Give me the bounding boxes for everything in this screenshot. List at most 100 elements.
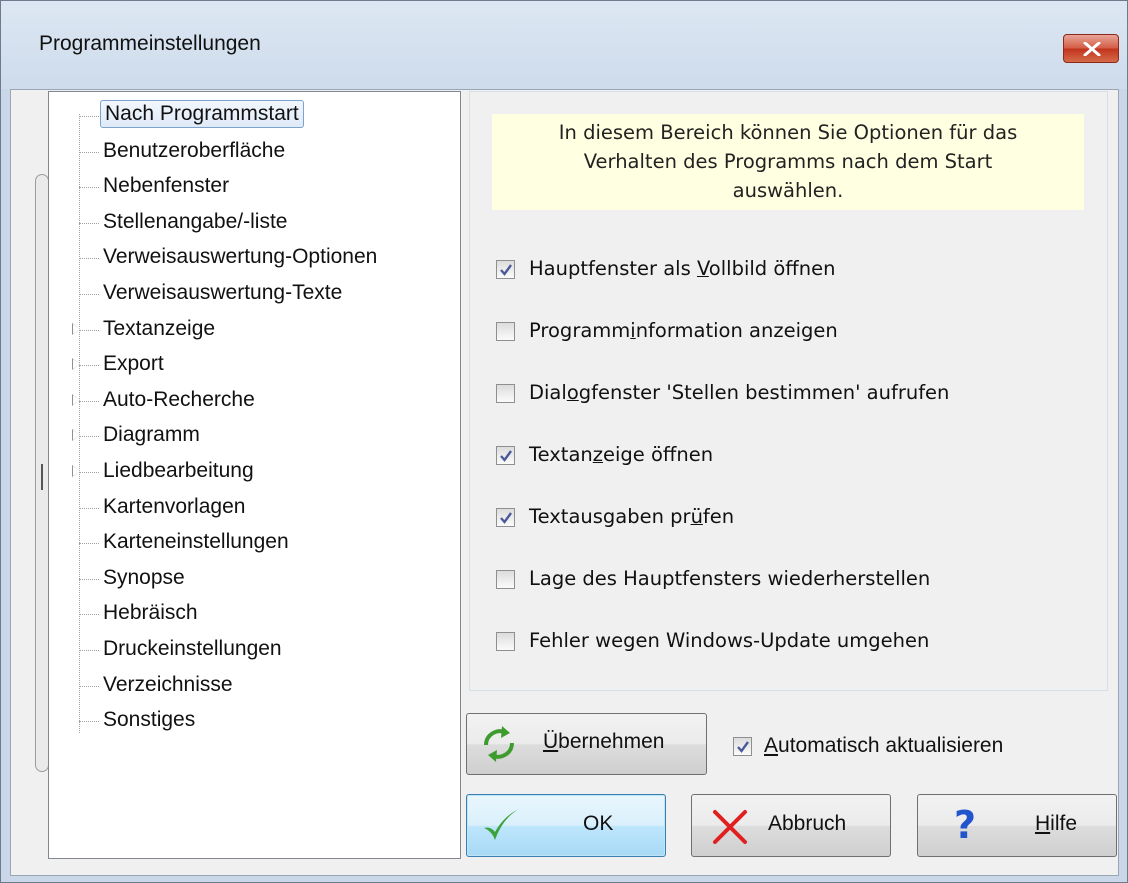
title-bar: Programmeinstellungen — [1, 1, 1127, 89]
info-text-line-1: In diesem Bereich können Sie Optionen fü… — [558, 121, 1018, 144]
check-icon — [500, 512, 512, 524]
tree-item-label: Hebräisch — [103, 601, 198, 625]
option-label: Hauptfenster als Vollbild öffnen — [529, 257, 836, 280]
tree-item-label: Export — [103, 352, 164, 376]
tree-item-label: Verzeichnisse — [103, 672, 233, 696]
tree-item-label: Textanzeige — [103, 316, 216, 340]
tree-connector — [79, 258, 99, 260]
tree-item[interactable]: Nebenfenster — [79, 173, 439, 203]
tree-connector — [79, 614, 99, 616]
options-group: In diesem Bereich können Sie Optionen fü… — [469, 91, 1108, 691]
x-icon — [713, 810, 747, 844]
tree-connector — [79, 329, 99, 331]
option-label: Textanzeige öffnen — [529, 443, 714, 466]
question-icon: ? — [954, 803, 977, 847]
tree-item[interactable]: Verweisauswertung-Optionen — [79, 244, 439, 274]
expand-arrow-fill — [73, 466, 80, 476]
tree-item[interactable]: Nach Programmstart — [79, 100, 439, 132]
tree-item[interactable]: Sonstiges — [79, 707, 439, 737]
tree-item[interactable]: Stellenangabe/-liste — [79, 209, 439, 239]
tree-item[interactable]: Synopse — [79, 565, 439, 595]
tree-connector — [79, 685, 99, 687]
tree-item-label: Karteneinstellungen — [103, 530, 289, 554]
option-label: Lage des Hauptfensters wiederherstellen — [529, 567, 931, 590]
tree-item-label: Sonstiges — [103, 708, 196, 732]
tree-item[interactable]: Hebräisch — [79, 600, 439, 630]
close-icon — [1083, 42, 1101, 56]
option-check-box[interactable] — [496, 384, 515, 403]
settings-tree[interactable]: Nach Programmstart Benutzeroberfläche Nebe… — [48, 91, 461, 859]
ok-button[interactable]: OK — [466, 794, 666, 857]
tree-connector — [79, 151, 99, 153]
splitter-grip — [41, 464, 43, 490]
window-title: Programmeinstellungen — [39, 32, 261, 55]
tree-connector — [79, 721, 99, 723]
auto-update-check-box[interactable] — [733, 737, 752, 756]
tree-connector — [79, 578, 99, 580]
tree-item-label: Nebenfenster — [103, 174, 230, 198]
expand-arrow-fill — [73, 359, 80, 370]
auto-update-label: Automatisch aktualisieren — [764, 734, 1004, 757]
tree-item-label: Kartenvorlagen — [103, 494, 246, 518]
tree-item[interactable]: Verweisauswertung-Texte — [79, 280, 439, 310]
tree-connector — [79, 116, 99, 117]
tree-connector — [79, 507, 99, 509]
help-button-label: Hilfe — [1035, 812, 1078, 835]
check-icon — [737, 741, 749, 753]
tree-item[interactable]: Export — [72, 351, 439, 381]
close-button[interactable] — [1063, 34, 1119, 63]
tree-connector — [79, 400, 99, 402]
tree-connector — [79, 187, 99, 189]
option-label: Fehler wegen Windows-Update umgehen — [529, 629, 930, 652]
help-button[interactable]: ? Hilfe — [917, 794, 1117, 857]
option-label: Programminformation anzeigen — [529, 319, 838, 342]
expand-arrow-fill — [73, 430, 80, 441]
tree-item[interactable]: Druckeinstellungen — [79, 636, 439, 666]
info-text-line-3: auswählen. — [732, 179, 844, 202]
tree-item[interactable]: Kartenvorlagen — [79, 494, 439, 524]
tree-item-label: Nach Programmstart — [100, 100, 304, 128]
tree-item[interactable]: Auto-Recherche — [72, 387, 439, 417]
option-check-box[interactable] — [496, 632, 515, 651]
tree-item[interactable]: Textanzeige — [72, 316, 439, 346]
expand-arrow-fill — [73, 323, 80, 334]
tree-item[interactable]: Verzeichnisse — [79, 672, 439, 702]
tree-item-label: Verweisauswertung-Optionen — [103, 245, 378, 269]
option-check-box[interactable] — [496, 260, 515, 279]
cancel-button[interactable]: Abbruch — [691, 794, 891, 857]
option-check-box[interactable] — [496, 508, 515, 527]
info-text-line-2: Verhalten des Programms nach dem Start — [583, 150, 993, 173]
dialog-client-area: Nach Programmstart Benutzeroberfläche Nebe… — [10, 89, 1119, 876]
expand-arrow-fill — [73, 394, 80, 405]
option-check-box[interactable] — [496, 446, 515, 465]
tree-connector — [79, 294, 99, 295]
tree-item[interactable]: Karteneinstellungen — [79, 529, 439, 559]
check-icon — [500, 264, 512, 276]
tree-connector — [79, 222, 99, 224]
tree-item-label: Synopse — [103, 565, 185, 589]
cancel-button-label: Abbruch — [768, 812, 847, 835]
option-check-box[interactable] — [496, 570, 515, 589]
tree-connector — [79, 436, 99, 438]
option-label: Dialogfenster 'Stellen bestimmen' aufruf… — [529, 381, 950, 404]
option-check-box[interactable] — [496, 322, 515, 341]
check-icon — [500, 450, 512, 462]
apply-button-label: Übernehmen — [543, 730, 665, 753]
tree-connector — [79, 472, 99, 473]
ok-button-label: OK — [583, 812, 614, 835]
tree-item[interactable]: Benutzeroberfläche — [79, 138, 439, 168]
refresh-arrows-icon — [484, 726, 514, 762]
tree-item[interactable]: Liedbearbeitung — [72, 458, 439, 488]
tree-item-label: Stellenangabe/-liste — [103, 209, 288, 233]
tree-connector — [79, 650, 99, 651]
option-label: Textausgaben prüfen — [529, 505, 735, 528]
tree-connector — [79, 543, 99, 545]
tree-item[interactable]: Diagramm — [72, 422, 439, 452]
tree-item-label: Liedbearbeitung — [103, 459, 254, 482]
tree-connector — [79, 365, 99, 367]
settings-dialog: Programmeinstellungen Nach Programmstart… — [0, 0, 1128, 883]
splitter-handle[interactable] — [35, 174, 49, 772]
apply-button[interactable]: Übernehmen — [466, 713, 707, 775]
tree-item-label: Auto-Recherche — [103, 387, 255, 411]
tree-item-label: Diagramm — [103, 423, 200, 447]
